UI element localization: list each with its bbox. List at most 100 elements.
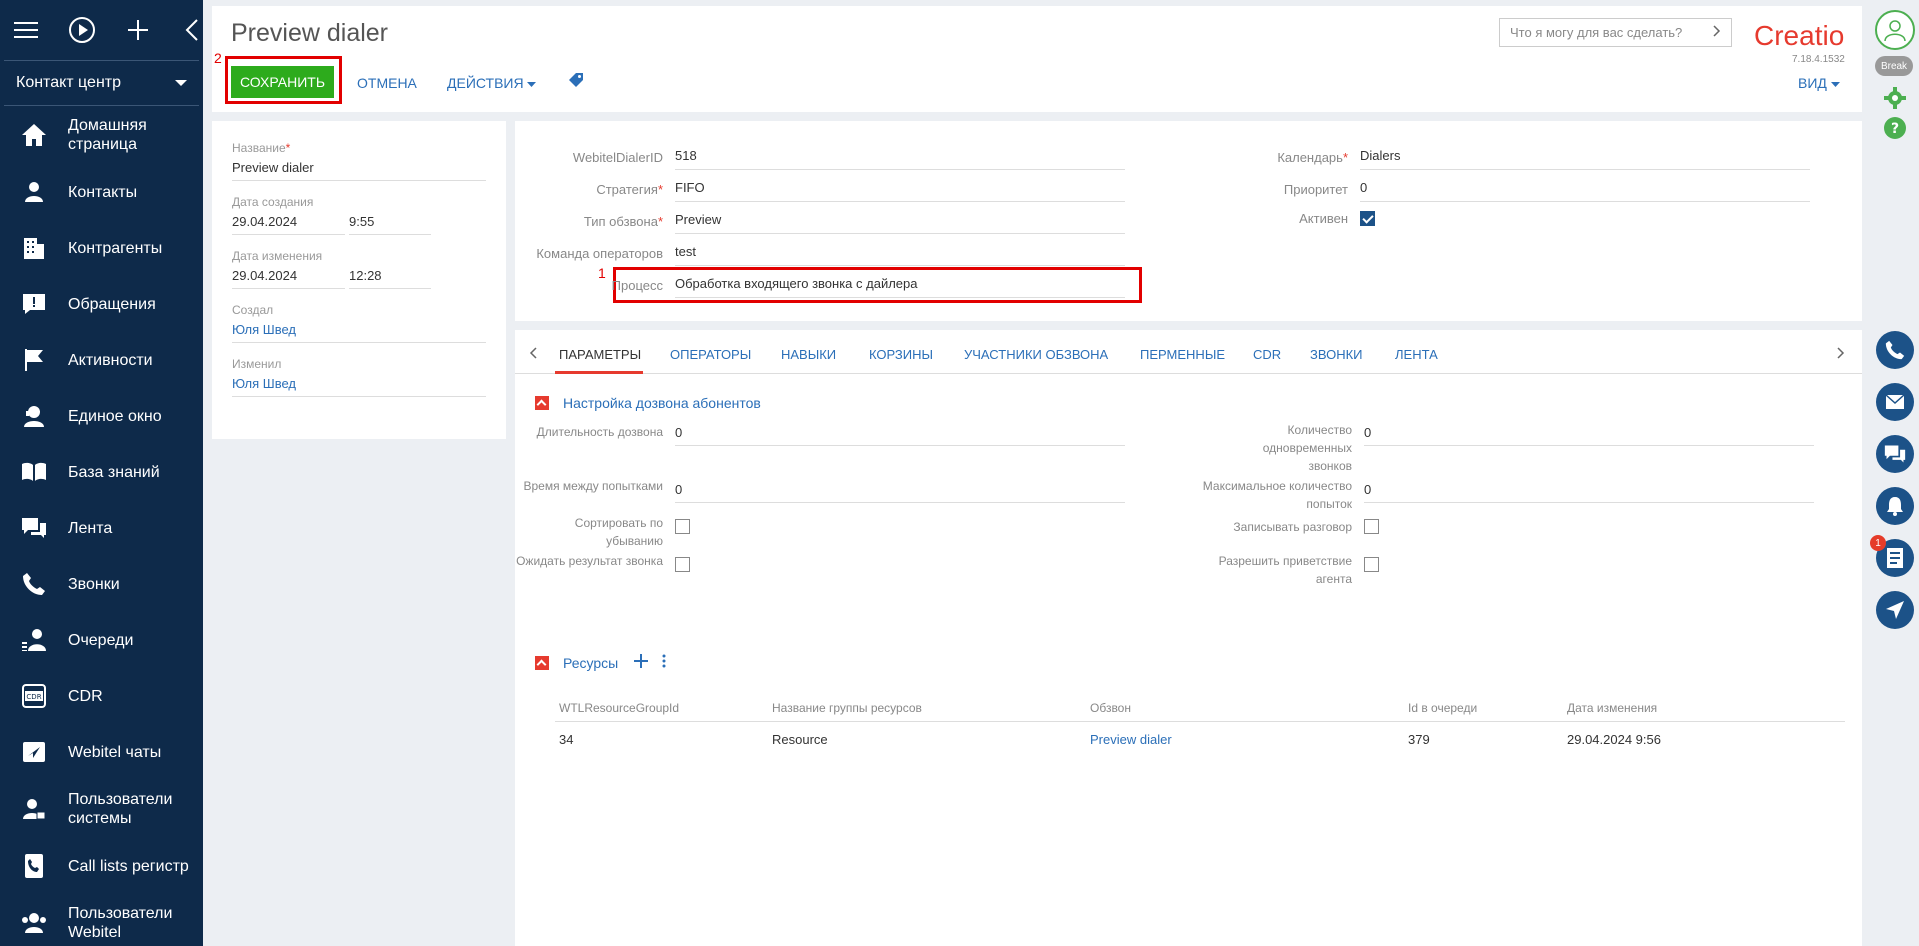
section-select-value: Контакт центр [16,74,121,91]
section-select[interactable]: Контакт центр [0,61,203,105]
calendar-input[interactable]: Dialers [1360,145,1810,170]
tab-members[interactable]: УЧАСТНИКИ ОБЗВОНА [964,347,1108,362]
tab-parameters[interactable]: ПАРАМЕТРЫ [559,347,641,362]
dialer-link[interactable]: Preview dialer [1086,722,1404,758]
sidebar: Контакт центр Домашняя страница Контакты… [0,0,203,946]
play-icon[interactable] [68,16,96,44]
sort-desc-checkbox[interactable] [675,519,690,534]
sidebar-item-activities[interactable]: Активности [0,332,203,388]
sidebar-item-knowledge-base[interactable]: База знаний [0,444,203,500]
sidebar-item-webitel-users[interactable]: Пользователи Webitel [0,894,203,946]
created-by-link[interactable]: Юля Швед [232,322,486,343]
tabs-scroll-left-icon[interactable] [529,347,537,362]
collapse-icon[interactable] [180,16,203,44]
call-type-input[interactable]: Preview [675,209,1125,234]
team-input[interactable]: test [675,241,1125,266]
column-header[interactable]: Название группы ресурсов [768,693,1086,722]
priority-input[interactable]: 0 [1360,177,1810,202]
command-search-input[interactable]: Что я могу для вас сделать? [1499,18,1732,47]
sidebar-item-home[interactable]: Домашняя страница [0,106,203,164]
sidebar-item-cdr[interactable]: CDR CDR [0,668,203,724]
search-placeholder: Что я могу для вас сделать? [1510,25,1683,40]
name-field[interactable]: Preview dialer [232,160,486,181]
sidebar-item-label: Контрагенты [68,239,163,257]
modified-label: Дата изменения [232,249,323,263]
column-header[interactable]: WTLResourceGroupId [555,693,768,722]
table-cell: 29.04.2024 9:56 [1567,732,1661,747]
user-avatar[interactable] [1875,10,1915,50]
collapse-toggle-icon[interactable] [535,655,549,670]
tag-icon[interactable] [568,72,584,91]
actions-menu-button[interactable]: ДЕЙСТВИЯ [447,75,537,91]
notifications-button[interactable] [1876,487,1914,525]
send-panel-button[interactable] [1876,591,1914,629]
column-header[interactable]: Дата изменения [1563,693,1845,722]
created-date-field[interactable]: 29.04.2024 [232,214,345,235]
sidebar-item-call-lists[interactable]: Call lists регистр [0,838,203,894]
table-row[interactable]: 34 Resource Preview dialer 379 29.04.202… [555,722,1845,758]
tab-skills[interactable]: НАВЫКИ [781,347,836,362]
tab-buckets[interactable]: КОРЗИНЫ [869,347,933,362]
process-field: Процесс Обработка входящего звонка с дай… [515,273,1125,298]
queue-icon [20,626,48,654]
sidebar-item-webitel-chats[interactable]: Webitel чаты [0,724,203,780]
dial-duration-input[interactable]: 0 [675,423,1125,446]
modified-by-link[interactable]: Юля Швед [232,376,486,397]
created-time-field[interactable]: 9:55 [349,214,431,235]
caret-down-icon [527,75,537,91]
resources-group-header[interactable]: Ресурсы [535,654,666,671]
tab-variables[interactable]: ПЕРМЕННЫЕ [1140,347,1225,362]
save-button[interactable]: СОХРАНИТЬ [231,66,334,98]
add-resource-icon[interactable] [634,654,649,671]
sidebar-item-feed[interactable]: Лента [0,500,203,556]
dialer-id-input[interactable]: 518 [675,145,1125,170]
tab-calls[interactable]: ЗВОНКИ [1310,347,1363,362]
column-header[interactable]: Id в очереди [1404,693,1563,722]
strategy-input[interactable]: FIFO [675,177,1125,202]
status-badge[interactable]: Break [1875,56,1913,76]
table-cell: Resource [772,732,828,747]
sort-desc-label: Сортировать по убыванию [574,516,663,548]
sidebar-item-queues[interactable]: Очереди [0,612,203,668]
chat-panel-button[interactable] [1876,435,1914,473]
sidebar-item-contacts[interactable]: Контакты [0,164,203,220]
tab-feed[interactable]: ЛЕНТА [1395,347,1438,362]
sidebar-item-accounts[interactable]: Контрагенты [0,220,203,276]
cancel-button[interactable]: ОТМЕНА [357,75,417,91]
sidebar-item-system-users[interactable]: Пользователи системы [0,780,203,838]
phone-panel-button[interactable] [1876,331,1914,369]
allow-greeting-label: Разрешить приветствие агента [1218,554,1352,586]
modified-time-field[interactable]: 12:28 [349,268,431,289]
active-checkbox[interactable] [1360,211,1375,226]
sidebar-item-agent-desktop[interactable]: Единое окно [0,388,203,444]
menu-icon[interactable] [14,16,38,44]
creatio-logo: Creatio [1754,20,1845,51]
record-fields-panel: WebitelDialerID 518 Стратегия* FIFO Тип … [515,121,1862,321]
help-icon[interactable]: ? [1883,116,1907,143]
column-header[interactable]: Обзвон [1086,693,1404,722]
home-icon [20,121,48,149]
collapse-toggle-icon[interactable] [535,396,549,410]
sidebar-item-cases[interactable]: Обращения [0,276,203,332]
tab-operators[interactable]: ОПЕРАТОРЫ [670,347,751,362]
dial-settings-group-header[interactable]: Настройка дозвона абонентов [535,395,761,411]
tabs-scroll-right-icon[interactable] [1837,347,1845,362]
active-field: Активен [1200,211,1375,226]
max-attempts-input[interactable]: 0 [1364,480,1814,503]
more-options-icon[interactable] [662,654,666,671]
view-menu-button[interactable]: ВИД [1798,75,1840,91]
record-call-checkbox[interactable] [1364,519,1379,534]
wait-result-checkbox[interactable] [675,557,690,572]
plus-icon[interactable] [126,16,150,44]
concurrent-calls-input[interactable]: 0 [1364,423,1814,446]
retry-interval-input[interactable]: 0 [675,480,1125,503]
tab-cdr[interactable]: CDR [1253,347,1281,362]
svg-text:CDR: CDR [26,693,41,701]
modified-date-field[interactable]: 29.04.2024 [232,268,345,289]
allow-greeting-checkbox[interactable] [1364,557,1379,572]
record-call-field: Записывать разговор [1200,518,1379,536]
gear-icon[interactable] [1883,86,1907,113]
email-panel-button[interactable] [1876,383,1914,421]
process-input[interactable]: Обработка входящего звонка с дайлера [675,273,1125,298]
sidebar-item-calls[interactable]: Звонки [0,556,203,612]
